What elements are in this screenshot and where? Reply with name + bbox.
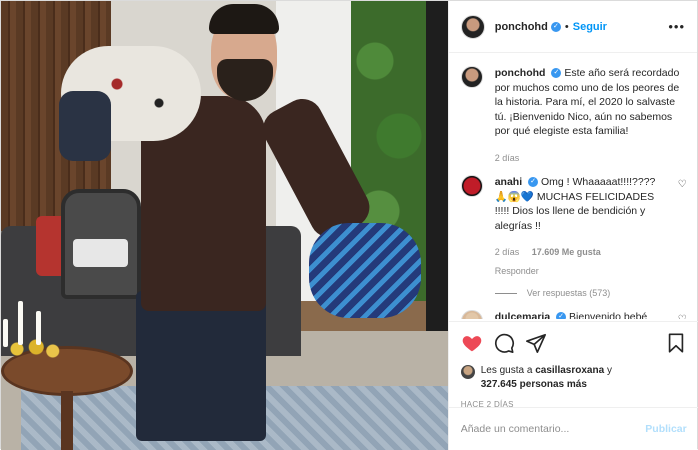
verified-badge-icon: ✓ bbox=[551, 68, 562, 79]
instagram-post: ponchohd ✓ • Seguir ••• ponchohd ✓ Este … bbox=[0, 0, 698, 450]
post-actions: Les gusta a casillasroxana y 327.645 per… bbox=[448, 321, 698, 409]
liked-heart-icon[interactable] bbox=[461, 332, 483, 354]
candle bbox=[18, 301, 23, 345]
liker-avatar[interactable] bbox=[460, 365, 475, 379]
baby-in-striped-onesie bbox=[309, 223, 421, 318]
comment-time: 2 días bbox=[494, 247, 520, 257]
candle bbox=[36, 311, 41, 345]
comment-body: dulcemaria ✓ Bienvenido bebé bbox=[495, 310, 670, 319]
more-options-icon[interactable]: ••• bbox=[668, 19, 685, 34]
verified-badge-icon: ✓ bbox=[550, 21, 561, 32]
follow-button[interactable]: Seguir bbox=[573, 21, 607, 33]
comment-icon[interactable] bbox=[493, 332, 515, 354]
comment-meta: 2 días 17.609 Me gusta bbox=[495, 245, 670, 260]
person-legs bbox=[136, 291, 266, 441]
liked-by-prefix: Les gusta a bbox=[480, 365, 533, 376]
comment-item: anahi ✓ Omg ! Whaaaaat!!!!???? 🙏😱💙 MUCHA… bbox=[460, 175, 687, 278]
comment-username[interactable]: dulcemaria bbox=[495, 311, 550, 319]
reply-button[interactable]: Responder bbox=[495, 264, 670, 279]
liked-by-count[interactable]: 327.645 personas más bbox=[481, 379, 587, 390]
comment-like-heart-icon[interactable]: ♡ bbox=[678, 314, 687, 319]
view-replies-button[interactable]: Ver respuestas (573) bbox=[494, 288, 687, 298]
caption-meta: 2 días bbox=[495, 151, 687, 166]
caption-username[interactable]: ponchohd bbox=[495, 67, 546, 79]
action-icons-row bbox=[461, 332, 687, 354]
avatar[interactable] bbox=[460, 14, 485, 39]
comments-list[interactable]: ponchohd ✓ Este año será recordado por m… bbox=[449, 54, 698, 319]
header-username[interactable]: ponchohd bbox=[495, 21, 548, 33]
post-photo[interactable] bbox=[1, 1, 448, 450]
yellow-flowers bbox=[6, 339, 61, 359]
post-header: ponchohd ✓ • Seguir ••• bbox=[448, 1, 697, 53]
carrier-toys bbox=[73, 239, 128, 267]
comment-input[interactable] bbox=[460, 423, 646, 435]
separator-dot: • bbox=[564, 20, 569, 33]
avatar[interactable] bbox=[460, 175, 483, 197]
comment-item: dulcemaria ✓ Bienvenido bebé ♡ bbox=[460, 310, 687, 319]
bookmark-icon[interactable] bbox=[665, 332, 687, 354]
comment-likes[interactable]: 17.609 Me gusta bbox=[532, 247, 601, 257]
comment-body: anahi ✓ Omg ! Whaaaaat!!!!???? 🙏😱💙 MUCHA… bbox=[495, 175, 670, 278]
comment-username[interactable]: anahi bbox=[495, 176, 522, 188]
view-replies-label: Ver respuestas (573) bbox=[526, 288, 611, 298]
baby-legs bbox=[59, 91, 111, 161]
candle bbox=[3, 319, 8, 347]
comment-text: Bienvenido bebé bbox=[569, 311, 648, 319]
comment-like-heart-icon[interactable]: ♡ bbox=[678, 179, 687, 278]
comment-composer: Publicar bbox=[448, 407, 698, 450]
likes-summary: Les gusta a casillasroxana y 327.645 per… bbox=[460, 364, 687, 392]
avatar[interactable] bbox=[460, 310, 483, 319]
window-frame bbox=[426, 1, 448, 381]
liked-by-and: y bbox=[606, 365, 612, 376]
table-leg bbox=[61, 391, 73, 450]
publish-button[interactable]: Publicar bbox=[645, 423, 686, 435]
avatar[interactable] bbox=[460, 66, 483, 88]
liked-by-user[interactable]: casillasroxana bbox=[535, 365, 604, 376]
person-hair bbox=[209, 4, 279, 34]
caption-body: ponchohd ✓ Este año será recordado por m… bbox=[495, 66, 687, 165]
caption: ponchohd ✓ Este año será recordado por m… bbox=[460, 66, 687, 165]
verified-badge-icon: ✓ bbox=[528, 177, 539, 188]
share-icon[interactable] bbox=[525, 332, 547, 354]
replies-divider-line bbox=[494, 292, 517, 294]
post-side-panel: ponchohd ✓ • Seguir ••• ponchohd ✓ Este … bbox=[447, 1, 698, 450]
likes-text: Les gusta a casillasroxana y 327.645 per… bbox=[481, 364, 612, 392]
caption-time: 2 días bbox=[494, 152, 520, 163]
verified-badge-icon: ✓ bbox=[556, 312, 567, 319]
